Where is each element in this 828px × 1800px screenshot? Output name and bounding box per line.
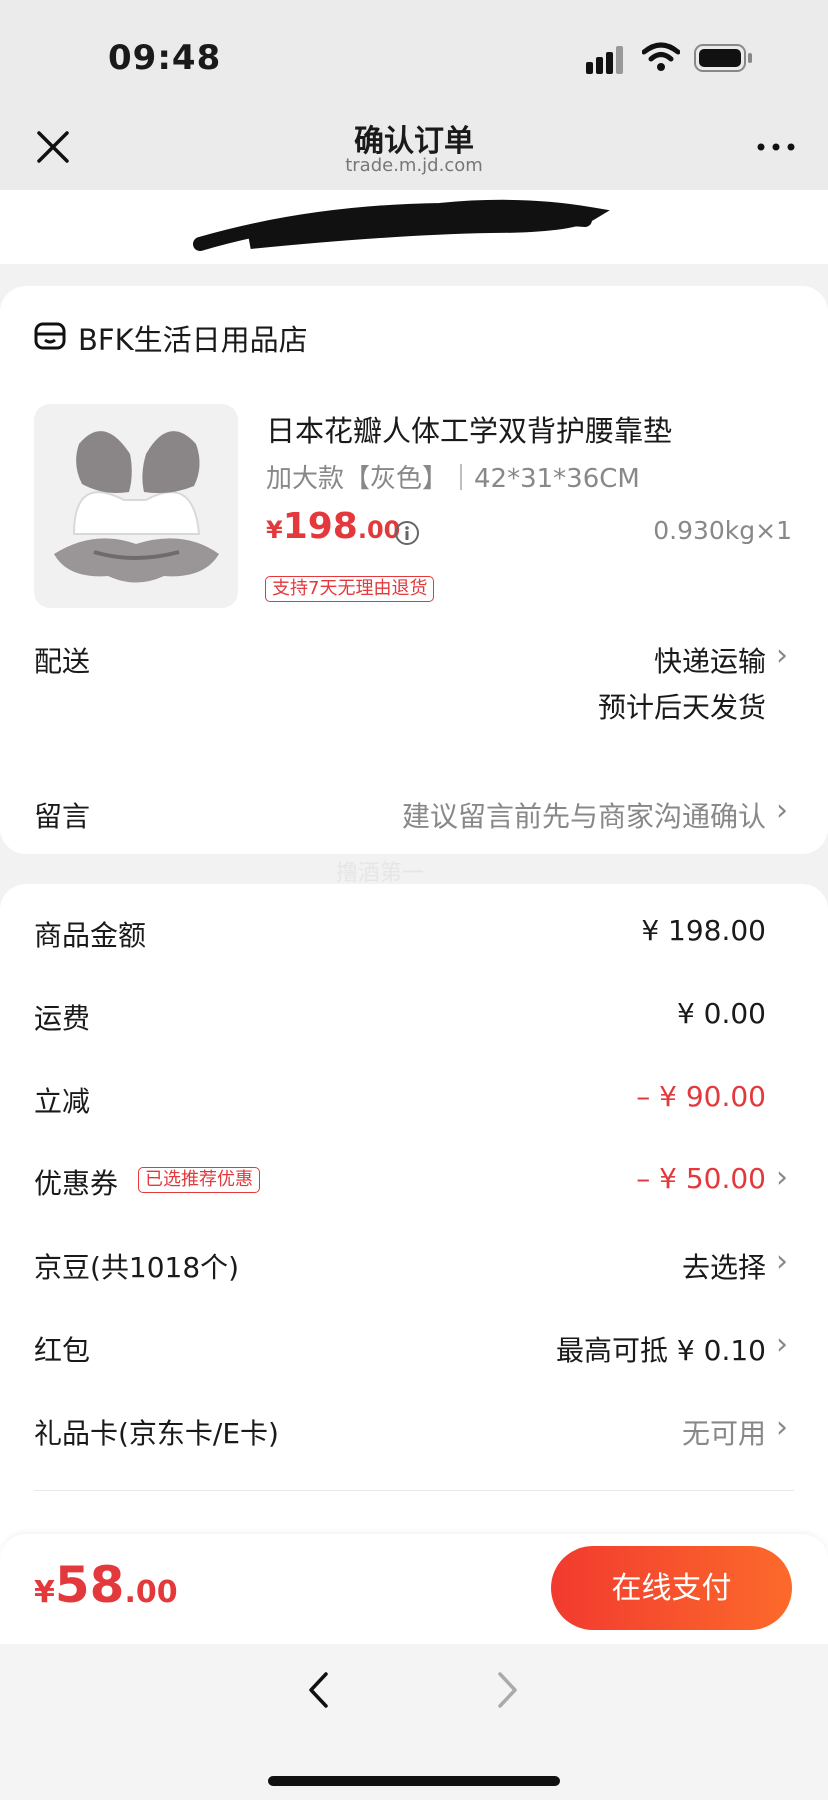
product-image[interactable]: [34, 404, 238, 608]
return-policy-tag: 支持7天无理由退货: [265, 576, 435, 602]
redaction-scribble: [193, 199, 610, 251]
shop-name[interactable]: BFK生活日用品店: [78, 317, 308, 359]
red-packet-value[interactable]: 最高可抵 ¥ 0.10: [460, 1329, 766, 1369]
jd-beans-label: 京豆(共1018个): [34, 1251, 240, 1284]
delivery-method[interactable]: 快递运输: [460, 640, 766, 680]
gift-card-label: 礼品卡(京东卡/E卡): [34, 1417, 279, 1450]
goods-amount-value: ¥ 198.00: [641, 914, 766, 947]
lumbar-cushion-image: [54, 431, 219, 583]
gift-card-value[interactable]: 无可用: [460, 1412, 766, 1452]
message-input[interactable]: 建议留言前先与商家沟通确认: [300, 795, 766, 835]
delivery-eta: 预计后天发货: [597, 691, 766, 724]
delivery-label: 配送: [34, 645, 91, 678]
divider: [34, 1490, 794, 1491]
jd-beans-chevron-icon[interactable]: ›: [776, 1244, 788, 1279]
status-time: 09:48: [108, 38, 222, 78]
page-url: trade.m.jd.com: [345, 155, 483, 176]
message-chevron-icon[interactable]: ›: [776, 793, 788, 828]
delivery-chevron-icon[interactable]: ›: [776, 638, 788, 673]
back-arrow-icon[interactable]: [306, 1670, 330, 1710]
jd-beans-select[interactable]: 去选择: [460, 1246, 766, 1286]
shipping-value: ¥ 0.00: [676, 997, 766, 1030]
total-price: ¥58.00: [34, 1556, 178, 1614]
more-options-icon[interactable]: [756, 142, 796, 152]
red-packet-chevron-icon[interactable]: ›: [776, 1327, 788, 1362]
product-weight-qty: 0.930kg×1: [653, 516, 792, 545]
coupon-value[interactable]: – ¥ 50.00: [460, 1162, 766, 1195]
discount-label: 立减: [34, 1085, 91, 1118]
product-spec: 加大款【灰色】｜42*31*36CM: [266, 464, 640, 494]
product-price: ¥198.00: [266, 506, 401, 547]
wifi-icon: [642, 42, 680, 71]
cellular-signal-icon: [586, 46, 623, 74]
watermark: 撸酒第一: [336, 861, 425, 886]
forward-arrow-icon[interactable]: [496, 1670, 520, 1710]
red-packet-label: 红包: [34, 1334, 91, 1367]
store-icon: [34, 322, 66, 350]
page-title: 确认订单: [354, 124, 474, 159]
coupon-chevron-icon[interactable]: ›: [776, 1160, 788, 1195]
pay-online-button[interactable]: 在线支付: [551, 1546, 792, 1630]
home-indicator: [268, 1776, 560, 1786]
discount-value: – ¥ 90.00: [636, 1080, 766, 1113]
message-label: 留言: [34, 800, 91, 833]
coupon-label: 优惠券: [34, 1167, 119, 1200]
price-summary-card: [0, 884, 828, 1584]
shipping-label: 运费: [34, 1002, 91, 1035]
battery-icon: [694, 44, 752, 72]
info-icon[interactable]: [394, 520, 420, 546]
product-title[interactable]: 日本花瓣人体工学双背护腰靠垫: [266, 408, 672, 450]
goods-amount-label: 商品金额: [34, 919, 147, 952]
coupon-tag: 已选推荐优惠: [138, 1167, 260, 1193]
gift-card-chevron-icon[interactable]: ›: [776, 1410, 788, 1445]
